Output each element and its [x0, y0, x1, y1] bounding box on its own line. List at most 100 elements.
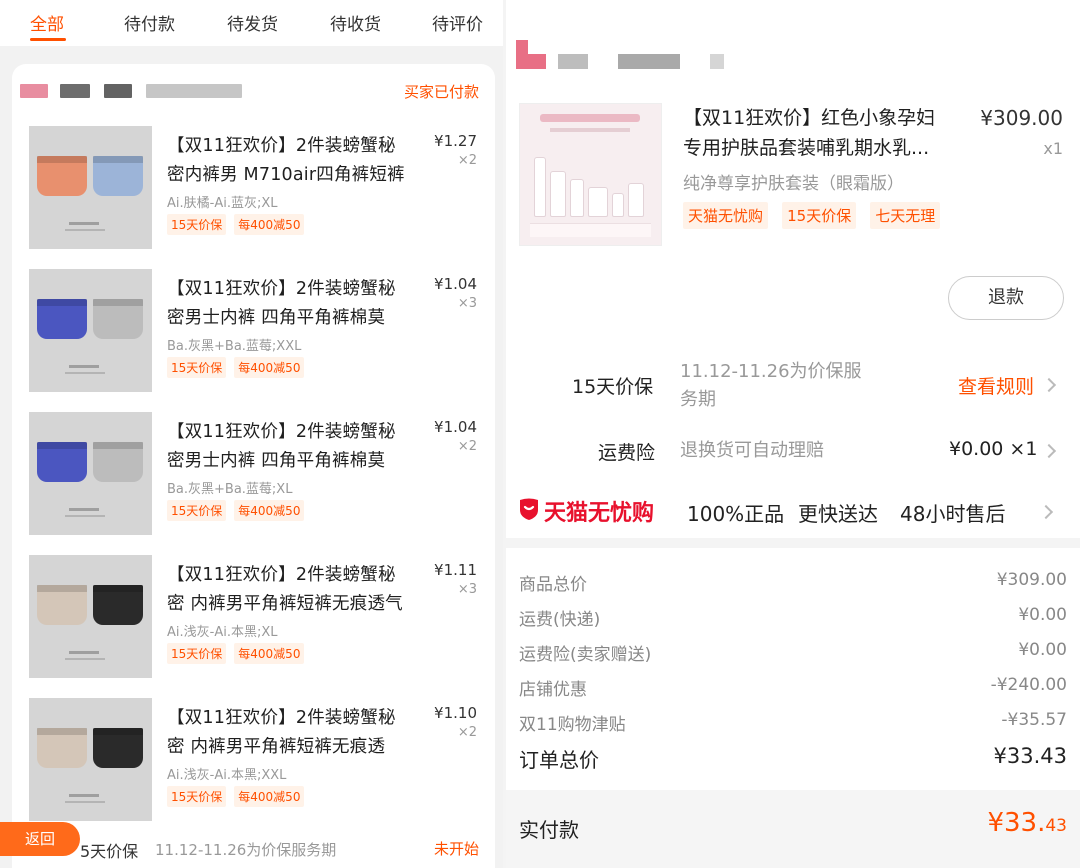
product-title[interactable]: 【双11狂欢价】2件装螃蟹秘密 内裤男平角裤短裤无痕透: [167, 704, 425, 762]
summary-row-shop-discount: 店铺优惠 -¥240.00: [519, 675, 1067, 700]
price-protect-label: 15天价保: [572, 376, 654, 398]
product-title[interactable]: 【双11狂欢价】2件装螃蟹秘 密内裤男 M710air四角裤短裤: [167, 132, 425, 190]
product-thumbnail[interactable]: [29, 126, 152, 249]
product-tags: 15天价保 每400减50: [167, 500, 312, 521]
price-protect-state: 未开始: [433, 840, 479, 858]
tab-pending-payment[interactable]: 待付款: [124, 10, 175, 35]
product-title[interactable]: 【双11狂欢价】2件装螃蟹秘密 内裤男平角裤短裤无痕透气: [167, 561, 425, 619]
tab-pending-review[interactable]: 待评价: [432, 10, 483, 35]
product-price: ¥1.04: [434, 418, 477, 436]
product-thumbnail[interactable]: [29, 698, 152, 821]
shop-name-blurred[interactable]: [20, 84, 48, 98]
product-tags: 天猫无忧购 15天价保 七天无理: [683, 202, 949, 229]
shop-name-blurred: [710, 54, 724, 69]
tag-discount: 每400减50: [234, 214, 305, 235]
product-thumbnail[interactable]: [29, 555, 152, 678]
back-button[interactable]: 返回: [0, 822, 80, 856]
active-tab-indicator: [30, 38, 66, 41]
underwear-image: [93, 585, 143, 625]
tag-price-protect: 15天价保: [167, 786, 227, 807]
product-tags: 15天价保 每400减50: [167, 357, 312, 378]
summary-row-shopping-allowance: 双11购物津贴 -¥35.57: [519, 710, 1067, 735]
tab-all[interactable]: 全部: [30, 10, 64, 35]
order-item[interactable]: 【双11狂欢价】2件装螃蟹秘 密男士内裤 四角平角裤棉莫 Ba.灰黑+Ba.蓝莓;X…: [12, 412, 495, 536]
chevron-right-icon[interactable]: [1038, 504, 1054, 520]
tmall-worry-free-brand: 天猫无忧购: [544, 501, 655, 526]
paid-amount: ¥33.43: [987, 808, 1067, 838]
product-quantity: ×3: [457, 582, 477, 597]
product-sku: Ai.肤橘-Ai.蓝灰;XL: [167, 196, 278, 211]
product-sku: Ai.浅灰-Ai.本黑;XXL: [167, 768, 287, 783]
product-price: ¥309.00: [980, 106, 1063, 130]
product-title-line1: 【双11狂欢价】红色小象孕妇: [683, 107, 936, 129]
product-sku: Ai.浅灰-Ai.本黑;XL: [167, 625, 278, 640]
product-tags: 15天价保 每400减50: [167, 643, 312, 664]
freight-insurance-value[interactable]: ¥0.00 ×1: [949, 438, 1037, 460]
product-thumbnail[interactable]: [29, 269, 152, 392]
tmall-shield-icon: [520, 498, 538, 520]
underwear-image: [37, 156, 87, 196]
product-quantity: ×2: [457, 725, 477, 740]
tag-discount: 每400减50: [234, 786, 305, 807]
product-tags: 15天价保 每400减50: [167, 214, 312, 235]
underwear-image: [37, 728, 87, 768]
underwear-image: [93, 728, 143, 768]
shop-name-blurred: [104, 84, 132, 98]
order-item[interactable]: 【双11狂欢价】2件装螃蟹秘 密内裤男 M710air四角裤短裤 Ai.肤橘-Ai.…: [12, 126, 495, 250]
tag-price-protect: 15天价保: [782, 202, 857, 229]
view-rules-link[interactable]: 查看规则: [958, 372, 1034, 399]
tag-price-protect: 15天价保: [167, 500, 227, 521]
tag-tmall-worry-free: 天猫无忧购: [683, 202, 769, 229]
tag-price-protect: 15天价保: [167, 643, 227, 664]
product-sku: 纯净尊享护肤套装（眼霜版）: [683, 174, 904, 194]
order-status: 买家已付款: [403, 83, 479, 101]
summary-row-shipping: 运费(快递) ¥0.00: [519, 605, 1067, 630]
shop-name-blurred: [618, 54, 680, 69]
product-price: ¥1.11: [434, 561, 477, 579]
feature-after-sales: 48小时售后: [900, 502, 1006, 526]
product-thumbnail[interactable]: [519, 103, 662, 246]
freight-insurance-desc: 退换货可自动理赔: [680, 440, 824, 461]
underwear-image: [93, 299, 143, 339]
chevron-right-icon[interactable]: [1041, 377, 1057, 393]
summary-row-freight-insurance: 运费险(卖家赠送) ¥0.00: [519, 640, 1067, 665]
product-price: ¥1.10: [434, 704, 477, 722]
summary-row-goods-total: 商品总价 ¥309.00: [519, 570, 1067, 595]
order-card[interactable]: 买家已付款 【双11狂欢价】2件装螃蟹秘 密内裤男 M710air四角裤短裤 Ai.…: [12, 64, 495, 868]
shop-name-blurred: [146, 84, 242, 98]
order-item[interactable]: 【双11狂欢价】2件装螃蟹秘密 内裤男平角裤短裤无痕透气 Ai.浅灰-Ai.本黑;…: [12, 555, 495, 679]
underwear-image: [37, 442, 87, 482]
product-title[interactable]: 【双11狂欢价】2件装螃蟹秘 密男士内裤 四角平角裤棉莫: [167, 418, 425, 476]
refund-button[interactable]: 退款: [948, 276, 1064, 320]
tag-price-protect: 15天价保: [167, 357, 227, 378]
tab-pending-receipt[interactable]: 待收货: [330, 10, 381, 35]
product-title[interactable]: 【双11狂欢价】2件装螃蟹秘 密男士内裤 四角平角裤棉莫: [167, 275, 425, 333]
underwear-image: [93, 442, 143, 482]
paid-label: 实付款: [519, 818, 579, 842]
underwear-image: [37, 585, 87, 625]
price-protect-row[interactable]: 5天价保 11.12-11.26为价保服务期 未开始: [12, 838, 495, 868]
shop-name-blurred: [558, 54, 588, 69]
product-quantity: x1: [1043, 139, 1063, 158]
left-order-panel: 全部 待付款 待发货 待收货 待评价 买家已付款 【双11狂欢价】2件装螃蟹秘密…: [0, 0, 503, 868]
right-order-detail-panel: 【双11狂欢价】红色小象孕妇 专用护肤品套装哺乳期水乳... ¥309.00 x…: [506, 0, 1080, 868]
tag-discount: 每400减50: [234, 357, 305, 378]
order-item[interactable]: 【双11狂欢价】2件装螃蟹秘 密男士内裤 四角平角裤棉莫 Ba.灰黑+Ba.蓝莓;X…: [12, 269, 495, 393]
section-divider: [506, 538, 1080, 548]
product-thumbnail[interactable]: [29, 412, 152, 535]
price-protect-period: 11.12-11.26为价保服 务期: [680, 361, 862, 410]
tab-pending-shipment[interactable]: 待发货: [227, 10, 278, 35]
shop-name-blurred: [516, 54, 546, 69]
feature-fast-delivery: 更快送达: [798, 502, 878, 526]
product-title[interactable]: 【双11狂欢价】红色小象孕妇 专用护肤品套装哺乳期水乳...: [683, 103, 968, 163]
product-price: ¥1.04: [434, 275, 477, 293]
order-tabs: 全部 待付款 待发货 待收货 待评价: [0, 0, 503, 46]
order-item[interactable]: 【双11狂欢价】2件装螃蟹秘密 内裤男平角裤短裤无痕透 Ai.浅灰-Ai.本黑;X…: [12, 698, 495, 822]
paid-amount-bar: 实付款 ¥33.43: [506, 790, 1080, 868]
chevron-right-icon[interactable]: [1041, 443, 1057, 459]
product-price: ¥1.27: [434, 132, 477, 150]
tag-seven-day-return: 七天无理: [870, 202, 941, 229]
product-quantity: ×3: [457, 296, 477, 311]
tag-discount: 每400减50: [234, 643, 305, 664]
product-quantity: ×2: [457, 153, 477, 168]
